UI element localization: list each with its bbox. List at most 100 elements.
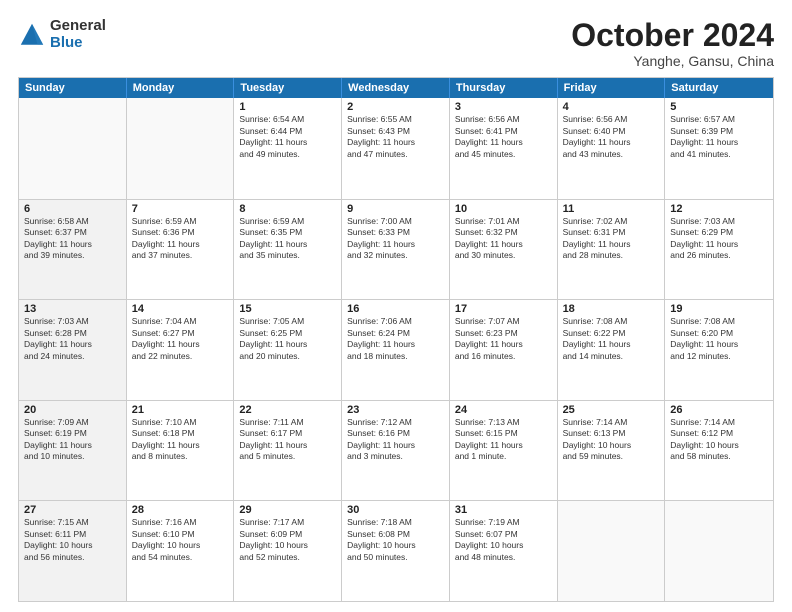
day-number: 21 [132,404,229,416]
day-number: 2 [347,101,444,113]
calendar-cell-6: 6Sunrise: 6:58 AMSunset: 6:37 PMDaylight… [19,200,127,300]
calendar-cell-8: 8Sunrise: 6:59 AMSunset: 6:35 PMDaylight… [234,200,342,300]
cell-content: Sunrise: 7:03 AMSunset: 6:29 PMDaylight:… [670,216,768,262]
calendar-row-4: 20Sunrise: 7:09 AMSunset: 6:19 PMDayligh… [19,400,773,501]
calendar-cell-18: 18Sunrise: 7:08 AMSunset: 6:22 PMDayligh… [558,300,666,400]
calendar-cell-1: 1Sunrise: 6:54 AMSunset: 6:44 PMDaylight… [234,98,342,199]
day-number: 13 [24,303,121,315]
cell-content: Sunrise: 6:59 AMSunset: 6:35 PMDaylight:… [239,216,336,262]
calendar-cell-16: 16Sunrise: 7:06 AMSunset: 6:24 PMDayligh… [342,300,450,400]
calendar-cell-25: 25Sunrise: 7:14 AMSunset: 6:13 PMDayligh… [558,401,666,501]
calendar-row-2: 6Sunrise: 6:58 AMSunset: 6:37 PMDaylight… [19,199,773,300]
day-number: 22 [239,404,336,416]
day-number: 9 [347,203,444,215]
day-header-saturday: Saturday [665,78,773,98]
calendar-cell-empty-0 [19,98,127,199]
calendar-cell-10: 10Sunrise: 7:01 AMSunset: 6:32 PMDayligh… [450,200,558,300]
day-header-monday: Monday [127,78,235,98]
day-number: 31 [455,504,552,516]
calendar-row-3: 13Sunrise: 7:03 AMSunset: 6:28 PMDayligh… [19,299,773,400]
cell-content: Sunrise: 7:08 AMSunset: 6:22 PMDaylight:… [563,316,660,362]
calendar-cell-11: 11Sunrise: 7:02 AMSunset: 6:31 PMDayligh… [558,200,666,300]
month-title: October 2024 [571,18,774,53]
calendar-row-1: 1Sunrise: 6:54 AMSunset: 6:44 PMDaylight… [19,98,773,199]
cell-content: Sunrise: 7:00 AMSunset: 6:33 PMDaylight:… [347,216,444,262]
day-header-tuesday: Tuesday [234,78,342,98]
calendar: SundayMondayTuesdayWednesdayThursdayFrid… [18,77,774,602]
cell-content: Sunrise: 7:03 AMSunset: 6:28 PMDaylight:… [24,316,121,362]
header: General Blue October 2024 Yanghe, Gansu,… [18,18,774,69]
cell-content: Sunrise: 7:16 AMSunset: 6:10 PMDaylight:… [132,517,229,563]
day-number: 12 [670,203,768,215]
day-number: 3 [455,101,552,113]
cell-content: Sunrise: 7:13 AMSunset: 6:15 PMDaylight:… [455,417,552,463]
calendar-cell-12: 12Sunrise: 7:03 AMSunset: 6:29 PMDayligh… [665,200,773,300]
calendar-cell-24: 24Sunrise: 7:13 AMSunset: 6:15 PMDayligh… [450,401,558,501]
calendar-cell-19: 19Sunrise: 7:08 AMSunset: 6:20 PMDayligh… [665,300,773,400]
cell-content: Sunrise: 6:54 AMSunset: 6:44 PMDaylight:… [239,114,336,160]
cell-content: Sunrise: 6:56 AMSunset: 6:40 PMDaylight:… [563,114,660,160]
cell-content: Sunrise: 7:06 AMSunset: 6:24 PMDaylight:… [347,316,444,362]
calendar-cell-15: 15Sunrise: 7:05 AMSunset: 6:25 PMDayligh… [234,300,342,400]
day-header-wednesday: Wednesday [342,78,450,98]
cell-content: Sunrise: 7:08 AMSunset: 6:20 PMDaylight:… [670,316,768,362]
day-number: 14 [132,303,229,315]
day-number: 1 [239,101,336,113]
calendar-cell-9: 9Sunrise: 7:00 AMSunset: 6:33 PMDaylight… [342,200,450,300]
location: Yanghe, Gansu, China [571,53,774,69]
logo-blue-text: Blue [50,35,106,52]
calendar-cell-17: 17Sunrise: 7:07 AMSunset: 6:23 PMDayligh… [450,300,558,400]
cell-content: Sunrise: 7:02 AMSunset: 6:31 PMDaylight:… [563,216,660,262]
day-number: 19 [670,303,768,315]
day-number: 8 [239,203,336,215]
cell-content: Sunrise: 7:12 AMSunset: 6:16 PMDaylight:… [347,417,444,463]
cell-content: Sunrise: 7:14 AMSunset: 6:12 PMDaylight:… [670,417,768,463]
day-number: 7 [132,203,229,215]
cell-content: Sunrise: 7:14 AMSunset: 6:13 PMDaylight:… [563,417,660,463]
calendar-cell-14: 14Sunrise: 7:04 AMSunset: 6:27 PMDayligh… [127,300,235,400]
day-number: 26 [670,404,768,416]
day-number: 29 [239,504,336,516]
logo-text: General Blue [50,18,106,51]
page: General Blue October 2024 Yanghe, Gansu,… [0,0,792,612]
calendar-cell-empty-5 [558,501,666,601]
calendar-cell-30: 30Sunrise: 7:18 AMSunset: 6:08 PMDayligh… [342,501,450,601]
cell-content: Sunrise: 6:57 AMSunset: 6:39 PMDaylight:… [670,114,768,160]
calendar-cell-22: 22Sunrise: 7:11 AMSunset: 6:17 PMDayligh… [234,401,342,501]
cell-content: Sunrise: 7:09 AMSunset: 6:19 PMDaylight:… [24,417,121,463]
calendar-body: 1Sunrise: 6:54 AMSunset: 6:44 PMDaylight… [19,98,773,601]
cell-content: Sunrise: 7:11 AMSunset: 6:17 PMDaylight:… [239,417,336,463]
calendar-cell-29: 29Sunrise: 7:17 AMSunset: 6:09 PMDayligh… [234,501,342,601]
calendar-cell-28: 28Sunrise: 7:16 AMSunset: 6:10 PMDayligh… [127,501,235,601]
day-header-sunday: Sunday [19,78,127,98]
cell-content: Sunrise: 7:04 AMSunset: 6:27 PMDaylight:… [132,316,229,362]
cell-content: Sunrise: 6:55 AMSunset: 6:43 PMDaylight:… [347,114,444,160]
day-number: 23 [347,404,444,416]
calendar-cell-empty-6 [665,501,773,601]
day-number: 10 [455,203,552,215]
cell-content: Sunrise: 6:59 AMSunset: 6:36 PMDaylight:… [132,216,229,262]
logo: General Blue [18,18,106,51]
calendar-cell-2: 2Sunrise: 6:55 AMSunset: 6:43 PMDaylight… [342,98,450,199]
calendar-cell-4: 4Sunrise: 6:56 AMSunset: 6:40 PMDaylight… [558,98,666,199]
day-number: 17 [455,303,552,315]
day-number: 15 [239,303,336,315]
calendar-cell-27: 27Sunrise: 7:15 AMSunset: 6:11 PMDayligh… [19,501,127,601]
day-header-friday: Friday [558,78,666,98]
calendar-row-5: 27Sunrise: 7:15 AMSunset: 6:11 PMDayligh… [19,500,773,601]
day-header-thursday: Thursday [450,78,558,98]
calendar-cell-5: 5Sunrise: 6:57 AMSunset: 6:39 PMDaylight… [665,98,773,199]
cell-content: Sunrise: 7:07 AMSunset: 6:23 PMDaylight:… [455,316,552,362]
calendar-cell-empty-1 [127,98,235,199]
day-number: 11 [563,203,660,215]
cell-content: Sunrise: 7:19 AMSunset: 6:07 PMDaylight:… [455,517,552,563]
logo-icon [18,21,46,49]
day-number: 20 [24,404,121,416]
cell-content: Sunrise: 7:18 AMSunset: 6:08 PMDaylight:… [347,517,444,563]
cell-content: Sunrise: 7:17 AMSunset: 6:09 PMDaylight:… [239,517,336,563]
day-number: 25 [563,404,660,416]
cell-content: Sunrise: 7:10 AMSunset: 6:18 PMDaylight:… [132,417,229,463]
day-number: 5 [670,101,768,113]
logo-general-text: General [50,18,106,35]
calendar-cell-21: 21Sunrise: 7:10 AMSunset: 6:18 PMDayligh… [127,401,235,501]
